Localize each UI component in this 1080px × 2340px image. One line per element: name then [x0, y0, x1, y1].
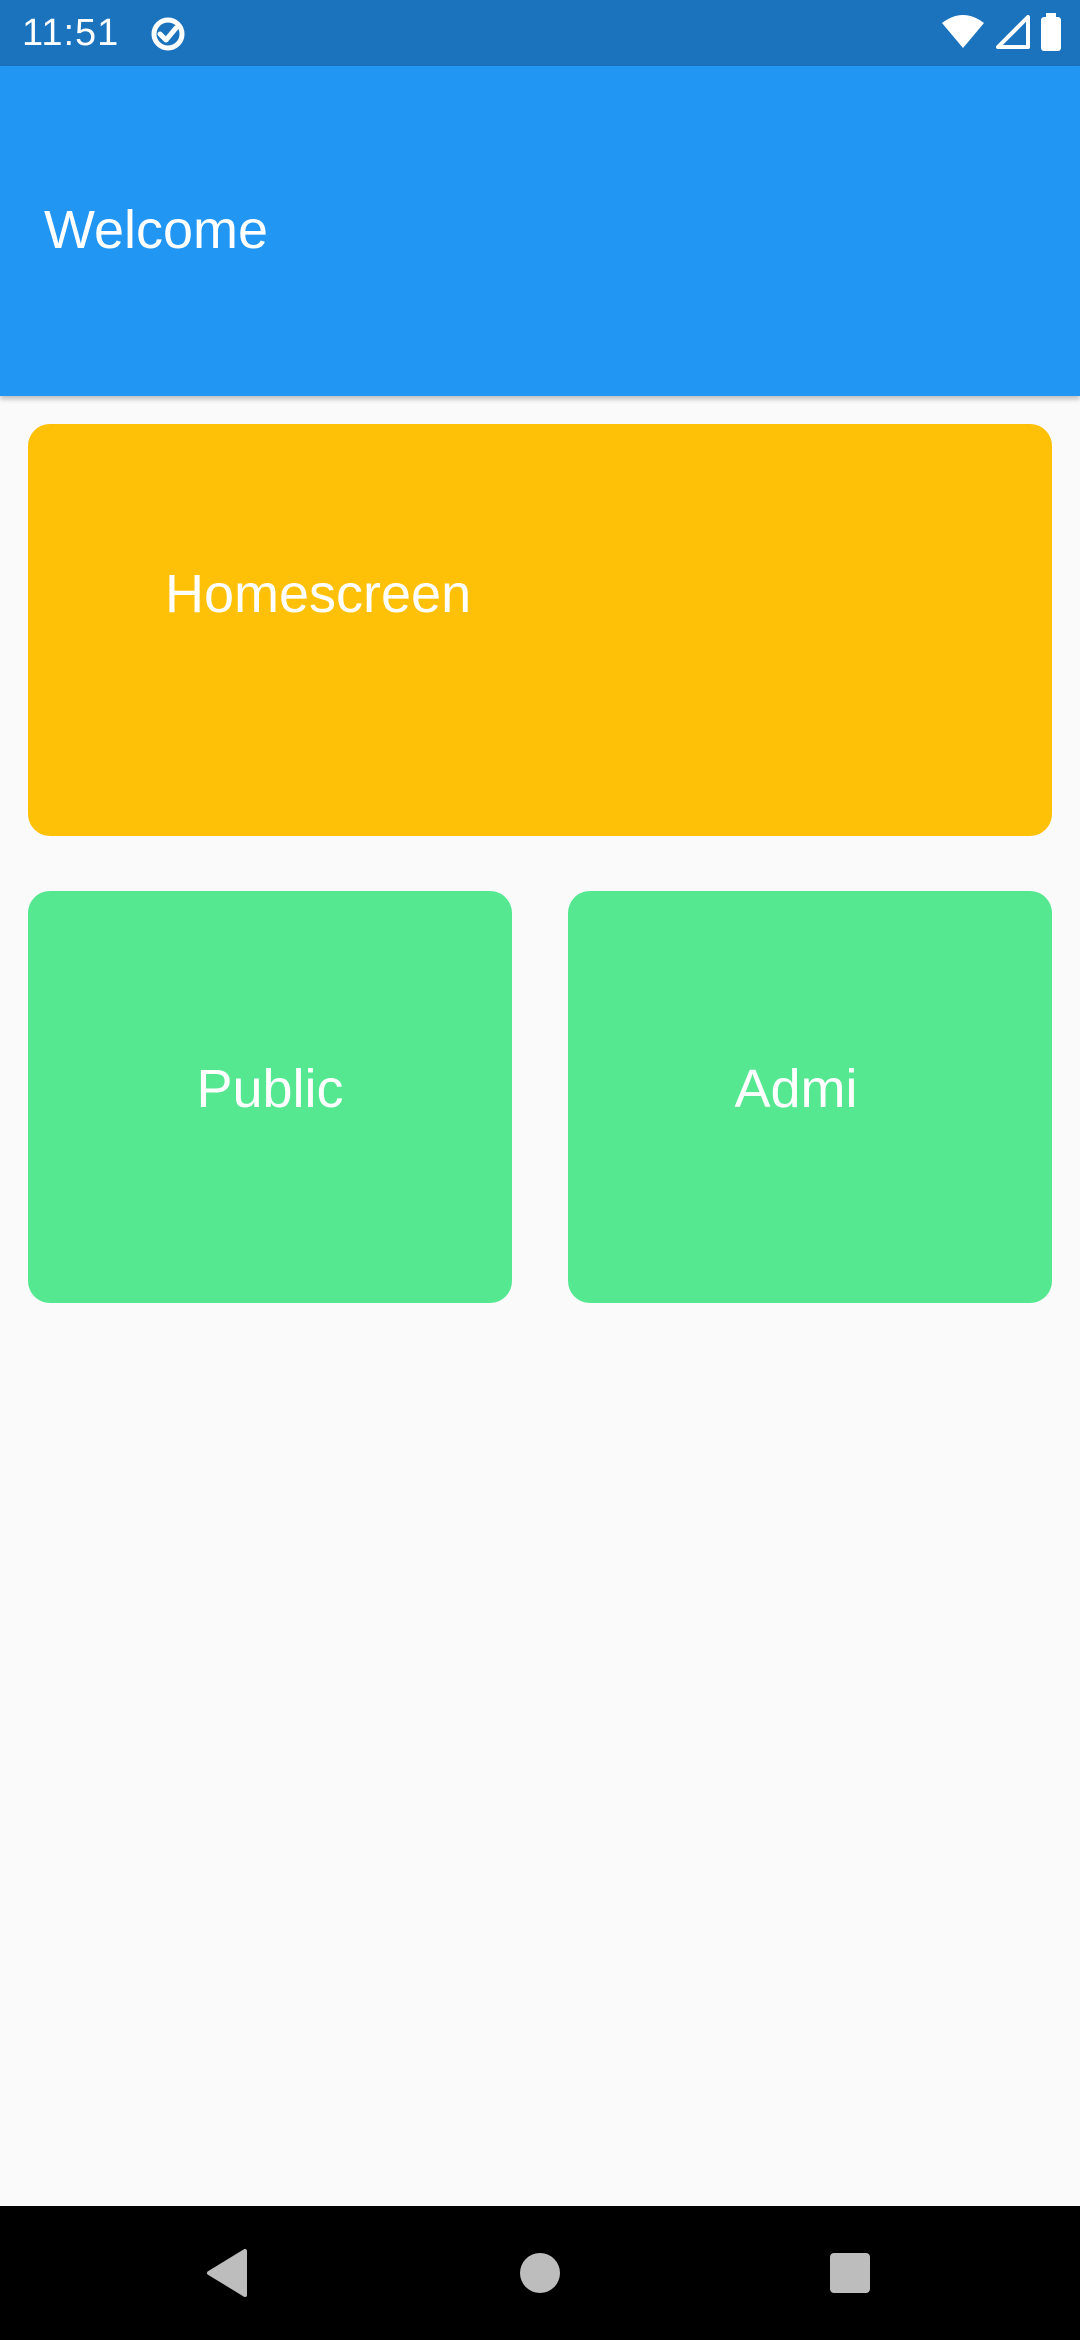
recents-icon[interactable] — [820, 2243, 880, 2303]
app-screen: 11:51 Welcome Homescreen Public Admi — [0, 0, 1080, 2340]
status-icons — [942, 12, 1062, 56]
public-label: Public — [196, 1059, 344, 1119]
status-time: 11:51 — [22, 12, 120, 54]
public-button[interactable]: Public — [28, 891, 512, 1303]
page-title: Welcome — [44, 200, 269, 260]
homescreen-label: Homescreen — [165, 564, 472, 624]
app-bar: Welcome — [0, 66, 1080, 396]
home-icon[interactable] — [510, 2243, 570, 2303]
homescreen-button[interactable]: Homescreen — [28, 424, 1052, 836]
wifi-icon — [942, 14, 984, 54]
cell-signal-icon — [994, 14, 1030, 54]
admin-button[interactable]: Admi — [568, 891, 1052, 1303]
navigation-bar — [0, 2206, 1080, 2340]
battery-icon — [1040, 12, 1062, 56]
admin-label: Admi — [734, 1059, 858, 1119]
status-bar: 11:51 — [0, 0, 1080, 66]
data-saver-icon — [148, 14, 188, 54]
back-icon[interactable] — [196, 2243, 256, 2303]
